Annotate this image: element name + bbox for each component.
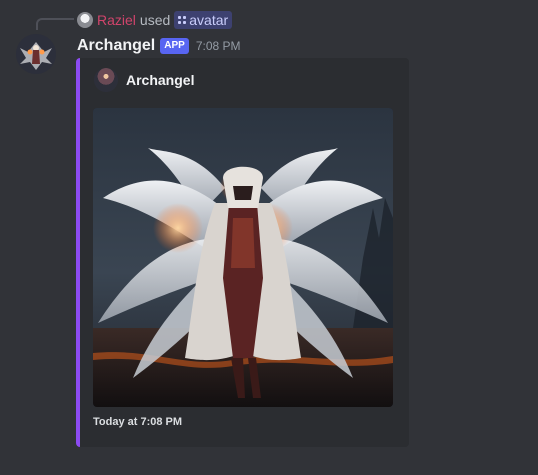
command-icon (178, 16, 187, 24)
message-header: Archangel APP 7:08 PM (77, 36, 241, 56)
embed-author-name: Archangel (126, 72, 195, 88)
chat-view: Raziel used avatar Archangel APP 7:08 PM… (0, 0, 538, 475)
interaction-reference[interactable]: Raziel used avatar (77, 11, 233, 29)
reply-spine (36, 18, 74, 30)
embed-author-icon (94, 68, 118, 92)
interaction-user-avatar[interactable] (77, 12, 93, 28)
author-avatar[interactable] (16, 34, 56, 74)
message-embed: Archangel Today at 7:08 PM (76, 58, 409, 447)
archangel-artwork-icon (93, 108, 393, 407)
embed-footer-timestamp: Today at 7:08 PM (93, 416, 183, 428)
app-badge: APP (160, 38, 189, 54)
interaction-username[interactable]: Raziel (97, 12, 136, 28)
embed-author: Archangel (94, 68, 194, 92)
embed-image[interactable] (93, 108, 393, 407)
slash-command-chip[interactable]: avatar (174, 11, 233, 29)
interaction-used-text: used (139, 12, 171, 28)
command-name: avatar (189, 12, 229, 28)
message-timestamp[interactable]: 7:08 PM (196, 39, 241, 53)
author-name[interactable]: Archangel (77, 37, 155, 55)
avatar-art-icon (16, 34, 56, 74)
